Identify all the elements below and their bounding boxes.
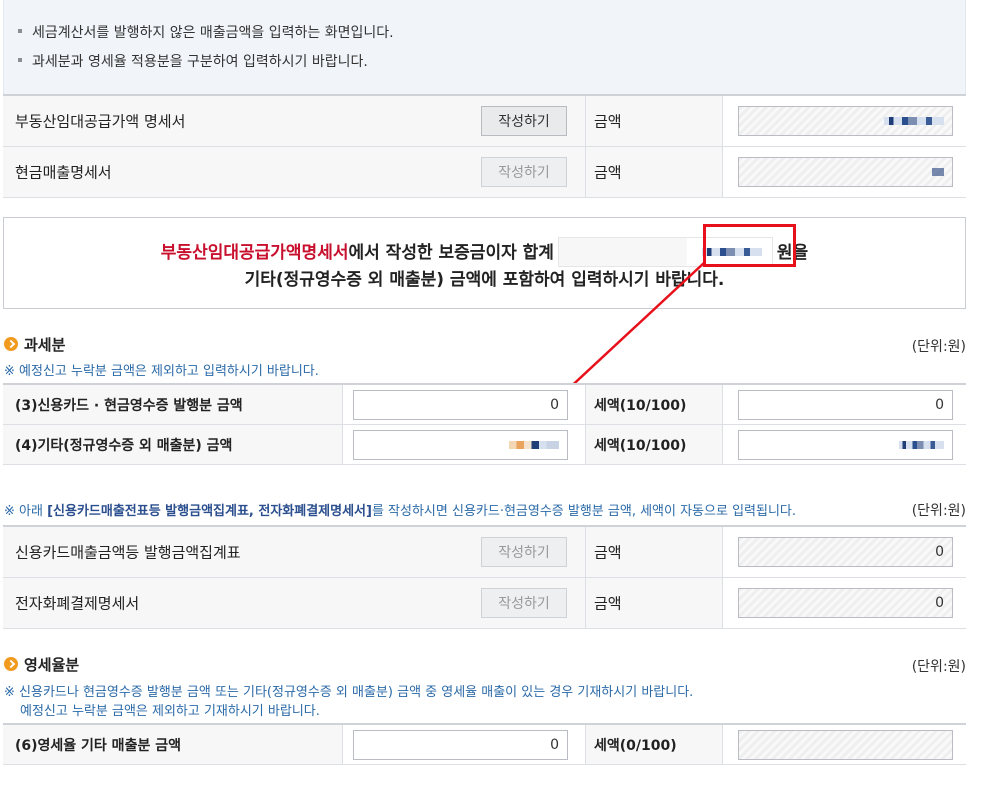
zero-rate-note-1: ※ 신용카드나 현금영수증 발행분 금액 또는 기타(정규영수증 외 매출분) … [4,685,694,700]
row-label: (3)신용카드 · 현금영수증 발행분 금액 [15,397,243,414]
section-title-zero-rate: 영세율분 [24,656,80,674]
table-row: 신용카드매출금액등 발행금액집계표 작성하기 금액 0 [3,527,966,578]
e-money-amount-field: 0 [738,588,953,618]
card-cash-tax-input[interactable]: 0 [738,389,953,420]
other-sales-tax-input[interactable] [738,429,953,460]
arrow-circle-icon [4,657,18,671]
unit-label: (단위:원) [911,339,966,355]
card-cash-amount-input[interactable]: 0 [353,389,568,420]
arrow-circle-icon [4,337,18,351]
taxable-note: ※ 예정신고 누락분 금액은 제외하고 입력하시기 바랍니다. [4,364,319,379]
row-label: 전자화폐결제명세서 [15,594,140,613]
amount-label: 금액 [594,594,622,613]
tax-label: 세액(10/100) [594,397,687,414]
zero-rate-tax-field [738,729,953,760]
zero-rate-amount-input[interactable]: 0 [353,729,568,760]
tax-label: 세액(0/100) [594,737,677,754]
masked-value [509,440,559,449]
table-row: (6)영세율 기타 매출분 금액 0 세액(0/100) [3,725,966,765]
other-sales-amount-input[interactable] [353,429,568,460]
row-label: (4)기타(정규영수증 외 매출분) 금액 [15,437,233,454]
write-e-money-button[interactable]: 작성하기 [481,588,567,618]
auto-fill-note: ※ 아래 [신용카드매출전표등 발행금액집계표, 전자화폐결제명세서]를 작성하… [4,504,796,519]
taxable-table: (3)신용카드 · 현금영수증 발행분 금액 0 세액(10/100) 0 (4… [3,383,966,465]
table-row: 전자화폐결제명세서 작성하기 금액 0 [3,578,966,629]
unit-label: (단위:원) [911,503,966,519]
write-card-summary-button[interactable]: 작성하기 [481,537,567,567]
card-summary-amount-field: 0 [738,537,953,567]
table-row: (4)기타(정규영수증 외 매출분) 금액 세액(10/100) [3,425,966,465]
table-row: (3)신용카드 · 현금영수증 발행분 금액 0 세액(10/100) 0 [3,385,966,425]
zero-rate-note-2: 예정신고 누락분 금액은 제외하고 기재하시기 바랍니다. [20,704,320,719]
auto-table: 신용카드매출금액등 발행금액집계표 작성하기 금액 0 전자화폐결제명세서 작성… [3,525,966,629]
row-label: 신용카드매출금액등 발행금액집계표 [15,543,241,562]
unit-label: (단위:원) [911,659,966,675]
tax-label: 세액(10/100) [594,437,687,454]
zero-rate-table: (6)영세율 기타 매출분 금액 0 세액(0/100) [3,723,966,765]
section-title-taxable: 과세분 [24,336,66,354]
amount-label: 금액 [594,543,622,562]
row-label: (6)영세율 기타 매출분 금액 [15,737,181,754]
masked-value [899,440,944,449]
